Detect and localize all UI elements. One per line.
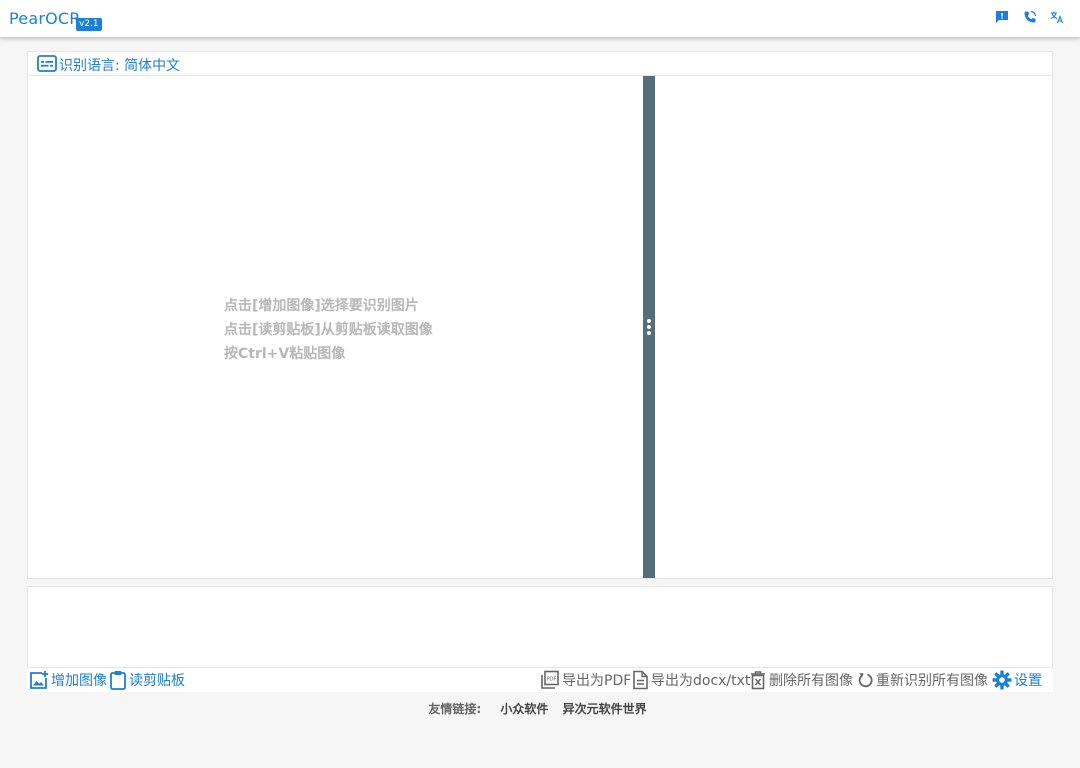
read-clipboard-label: 读剪贴板 xyxy=(129,673,185,689)
workspace: 点击[增加图像]选择要识别图片 点击[读剪贴板]从剪贴板读取图像 按Ctrl+V… xyxy=(27,75,1053,579)
svg-text:PDF: PDF xyxy=(547,677,557,683)
result-pane[interactable] xyxy=(655,76,1052,578)
thumbnail-strip[interactable] xyxy=(27,586,1053,668)
add-image-label: 增加图像 xyxy=(51,673,107,689)
hint-add-image: 点击[增加图像]选择要识别图片 xyxy=(224,298,419,314)
feedback-icon[interactable] xyxy=(995,10,1009,24)
document-icon xyxy=(633,670,648,690)
add-photo-icon xyxy=(30,671,48,689)
translate-icon[interactable] xyxy=(1050,10,1064,24)
image-pane[interactable]: 点击[增加图像]选择要识别图片 点击[读剪贴板]从剪贴板读取图像 按Ctrl+V… xyxy=(28,76,643,578)
settings-label: 设置 xyxy=(1014,673,1042,689)
delete-icon xyxy=(751,671,765,690)
app-title: PearOCR xyxy=(9,9,81,28)
pdf-icon: PDF xyxy=(541,670,559,689)
gear-icon xyxy=(992,670,1012,690)
phone-icon[interactable] xyxy=(1023,10,1037,24)
pane-splitter[interactable] xyxy=(643,76,655,578)
reocr-all-label: 重新识别所有图像 xyxy=(876,673,988,689)
delete-all-label: 删除所有图像 xyxy=(769,673,853,689)
export-docx-label: 导出为docx/txt xyxy=(651,673,751,689)
add-image-button[interactable]: 增加图像 xyxy=(29,669,107,691)
export-docx-button[interactable]: 导出为docx/txt xyxy=(631,669,750,691)
hint-read-clipboard: 点击[读剪贴板]从剪贴板读取图像 xyxy=(224,322,433,338)
export-pdf-label: 导出为PDF xyxy=(562,673,632,689)
reocr-all-button[interactable]: 重新识别所有图像 xyxy=(856,669,988,691)
clipboard-icon xyxy=(110,671,126,690)
language-bar[interactable]: 识别语言: 简体中文 xyxy=(27,51,1053,76)
read-clipboard-button[interactable]: 读剪贴板 xyxy=(109,669,185,691)
refresh-icon xyxy=(858,673,873,688)
hint-paste: 按Ctrl+V粘贴图像 xyxy=(224,346,346,362)
recognition-language[interactable]: 识别语言: 简体中文 xyxy=(59,55,180,75)
bottom-toolbar: 增加图像 读剪贴板 PDF 导出为PDF 导出为docx/txt 删除所有图像 xyxy=(27,668,1053,692)
export-pdf-button[interactable]: PDF 导出为PDF xyxy=(540,669,631,691)
friend-link-iplaysoft[interactable]: 异次元软件世界 xyxy=(563,702,647,716)
settings-button[interactable]: 设置 xyxy=(992,669,1042,691)
friend-link-appinn[interactable]: 小众软件 xyxy=(500,702,548,716)
friend-links: 友情链接: 小众软件 异次元软件世界 xyxy=(0,700,1080,717)
top-bar: PearOCR v2.1 xyxy=(0,0,1080,37)
delete-all-button[interactable]: 删除所有图像 xyxy=(749,669,853,691)
friend-links-label: 友情链接: xyxy=(428,702,482,716)
splitter-grip-icon xyxy=(647,319,651,323)
subtitles-icon xyxy=(37,55,57,72)
version-badge: v2.1 xyxy=(76,18,102,31)
